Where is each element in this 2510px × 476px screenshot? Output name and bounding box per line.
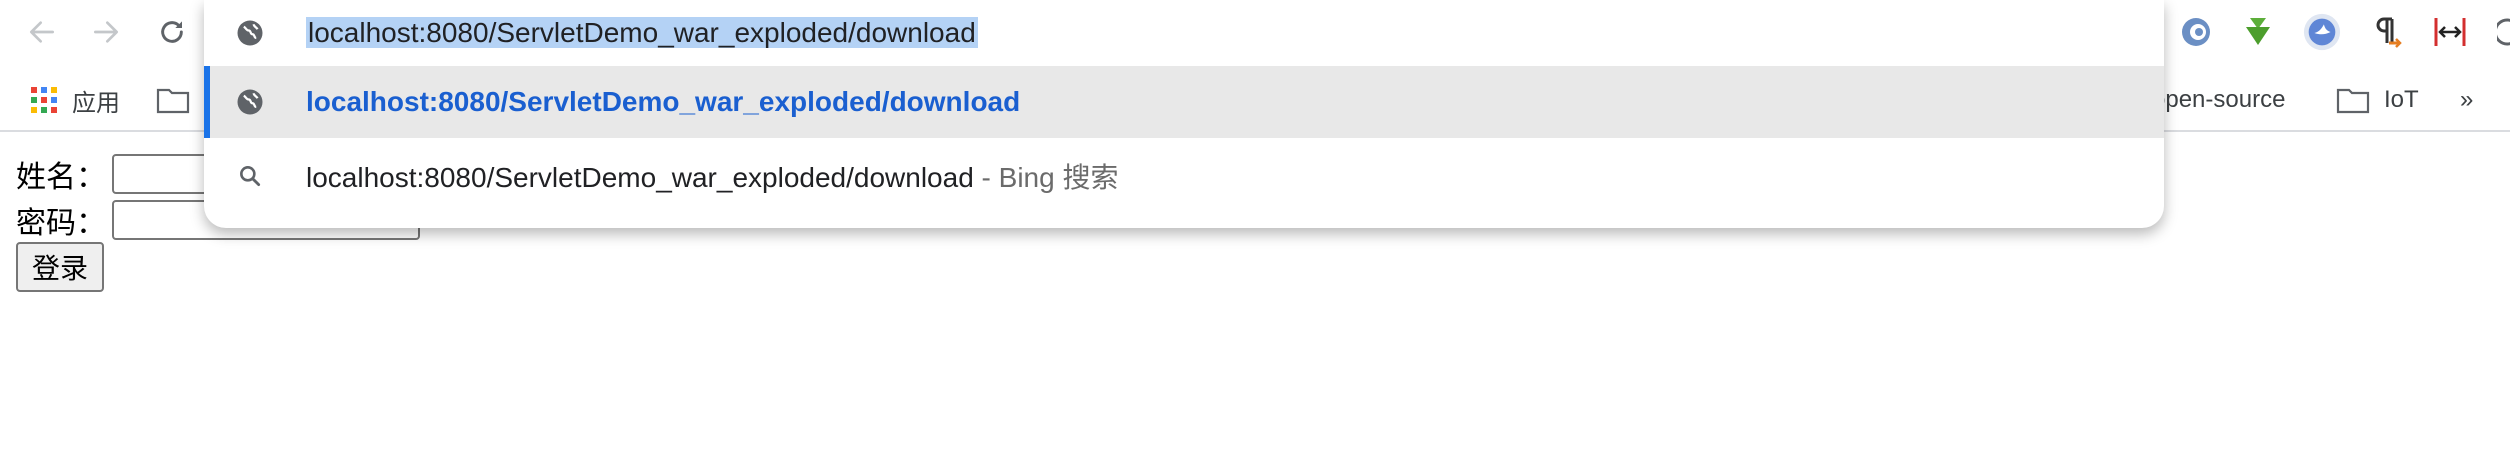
address-bar-input[interactable]: localhost:8080/ServletDemo_war_exploded/… <box>306 17 978 49</box>
download-extension-icon[interactable] <box>2238 12 2278 52</box>
globe-icon <box>234 17 266 49</box>
suggestion-bing-text: localhost:8080/ServletDemo_war_exploded/… <box>306 156 1118 196</box>
pilcrow-extension-icon[interactable] <box>2366 12 2406 52</box>
suggestion-bing-query: localhost:8080/ServletDemo_war_exploded/… <box>306 162 974 193</box>
back-button[interactable] <box>20 10 64 54</box>
reload-button[interactable] <box>150 10 194 54</box>
forward-arrow-icon <box>94 21 118 43</box>
suggestion-url-label: localhost:8080/ServletDemo_war_exploded/… <box>306 86 1021 117</box>
bookmark-apps-label: 应用 <box>72 89 120 117</box>
bookmarks-overflow-label: » <box>2460 86 2474 113</box>
reload-icon <box>161 21 183 43</box>
back-arrow-icon <box>30 21 54 43</box>
bookmark-open-source[interactable]: open-source <box>2152 82 2285 118</box>
address-bar-url: localhost:8080/ServletDemo_war_exploded/… <box>306 17 978 48</box>
extension-circle-icon[interactable] <box>2176 12 2216 52</box>
login-button[interactable]: 登录 <box>16 242 104 292</box>
folder-icon <box>156 88 190 114</box>
suggestion-bing-suffix: - Bing 搜索 <box>973 162 1119 193</box>
name-label: 姓名： <box>16 160 106 195</box>
address-bar[interactable]: localhost:8080/ServletDemo_war_exploded/… <box>204 0 2164 66</box>
search-icon <box>234 160 266 192</box>
suggestion-bing-search[interactable]: localhost:8080/ServletDemo_war_exploded/… <box>204 142 2164 210</box>
password-label: 密码： <box>16 206 106 241</box>
bookmarks-overflow-button[interactable]: » <box>2460 82 2473 118</box>
folder-icon <box>2336 88 2370 114</box>
forward-button[interactable] <box>84 10 128 54</box>
bookmark-iot-label: IoT <box>2384 86 2419 113</box>
omnibox-dropdown: localhost:8080/ServletDemo_war_exploded/… <box>204 0 2164 228</box>
bookmark-folder[interactable] <box>156 82 204 118</box>
selection-indicator <box>204 66 210 138</box>
bookmark-iot[interactable]: IoT <box>2336 82 2419 118</box>
apps-grid-icon <box>31 87 57 113</box>
bookmark-open-source-label: open-source <box>2152 86 2286 113</box>
bird-extension-icon[interactable] <box>2302 12 2342 52</box>
globe-icon <box>234 86 266 118</box>
bookmark-apps[interactable]: 应用 <box>30 82 120 118</box>
history-extension-icon[interactable] <box>2488 12 2510 52</box>
suggestion-url[interactable]: localhost:8080/ServletDemo_war_exploded/… <box>204 66 2164 138</box>
split-extension-icon[interactable] <box>2430 12 2470 52</box>
